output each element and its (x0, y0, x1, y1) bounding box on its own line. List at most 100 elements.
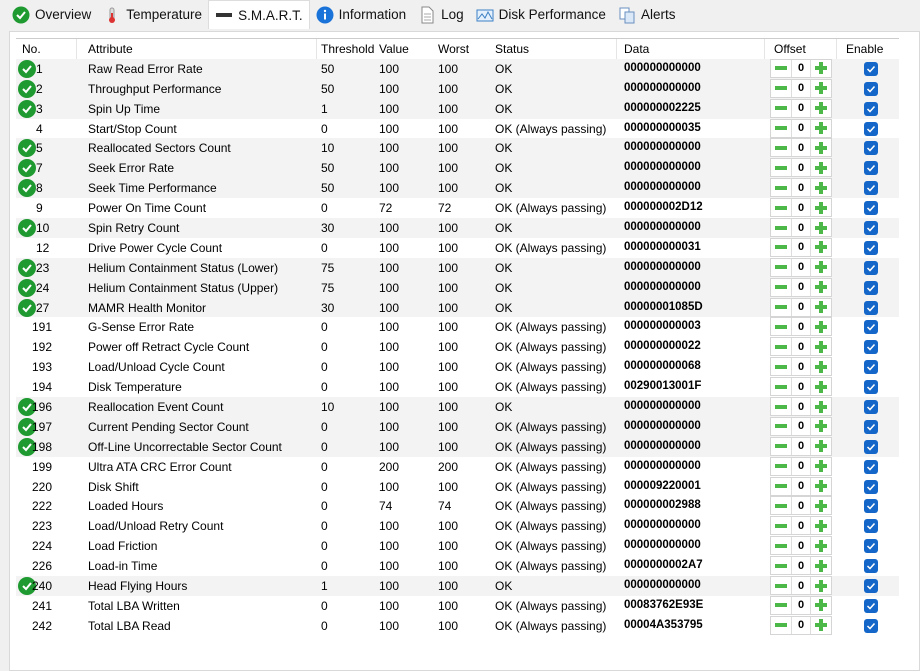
enable-checkbox[interactable] (864, 221, 878, 236)
enable-checkbox[interactable] (864, 459, 878, 474)
col-value[interactable]: Value (379, 42, 409, 56)
table-row[interactable]: 12 Drive Power Cycle Count 0 100 100 OK (Alwa… (16, 237, 899, 258)
enable-checkbox[interactable] (864, 400, 878, 415)
increment-button[interactable] (811, 239, 831, 256)
enable-checkbox[interactable] (864, 101, 878, 116)
decrement-button[interactable] (771, 537, 791, 554)
increment-button[interactable] (811, 80, 831, 97)
enable-checkbox[interactable] (864, 121, 878, 136)
decrement-button[interactable] (771, 577, 791, 594)
table-row[interactable]: 9 Power On Time Count 0 72 72 OK (Always pass… (16, 198, 899, 218)
table-row[interactable]: 4 Start/Stop Count 0 100 100 OK (Always passi… (16, 118, 899, 139)
tab-overview[interactable]: Overview (6, 2, 97, 28)
decrement-button[interactable] (771, 219, 791, 236)
tab-s-m-a-r-t[interactable]: S.M.A.R.T. (208, 0, 310, 29)
decrement-button[interactable] (771, 279, 791, 296)
offset-value[interactable]: 0 (791, 557, 811, 575)
offset-stepper[interactable]: 0 (770, 277, 832, 297)
enable-checkbox[interactable] (864, 519, 878, 534)
decrement-button[interactable] (771, 120, 791, 137)
enable-checkbox[interactable] (864, 280, 878, 295)
enable-checkbox[interactable] (864, 479, 878, 494)
table-row[interactable]: 23 Helium Containment Status (Lower) 75 100… (16, 257, 899, 278)
enable-checkbox[interactable] (864, 201, 878, 216)
table-row[interactable]: 192 Power off Retract Cycle Count 0 100 100 O… (16, 337, 899, 357)
decrement-button[interactable] (771, 438, 791, 455)
offset-value[interactable]: 0 (791, 99, 811, 117)
offset-value[interactable]: 0 (791, 457, 811, 475)
enable-checkbox[interactable] (864, 499, 878, 514)
offset-stepper[interactable]: 0 (770, 397, 832, 417)
offset-value[interactable]: 0 (791, 139, 811, 157)
increment-button[interactable] (811, 179, 831, 196)
enable-checkbox[interactable] (864, 360, 878, 375)
tab-disk-performance[interactable]: Disk Performance (470, 2, 612, 28)
increment-button[interactable] (811, 60, 831, 77)
decrement-button[interactable] (771, 517, 791, 534)
offset-stepper[interactable]: 0 (770, 337, 832, 357)
tab-information[interactable]: Information (310, 2, 413, 28)
decrement-button[interactable] (771, 458, 791, 475)
increment-button[interactable] (811, 597, 831, 614)
offset-stepper[interactable]: 0 (770, 377, 832, 397)
offset-value[interactable]: 0 (791, 378, 811, 396)
table-row[interactable]: 193 Load/Unload Cycle Count 0 100 100 OK (Alw… (16, 357, 899, 377)
enable-checkbox[interactable] (864, 340, 878, 355)
decrement-button[interactable] (771, 199, 791, 216)
table-row[interactable]: 3 Spin Up Time 1 100 100 OK 000000002225 0 (16, 98, 899, 119)
decrement-button[interactable] (771, 338, 791, 355)
offset-stepper[interactable]: 0 (770, 615, 832, 635)
decrement-button[interactable] (771, 597, 791, 614)
offset-stepper[interactable]: 0 (770, 516, 832, 536)
increment-button[interactable] (811, 557, 831, 574)
increment-button[interactable] (811, 338, 831, 355)
offset-stepper[interactable]: 0 (770, 138, 832, 158)
enable-checkbox[interactable] (864, 161, 878, 176)
increment-button[interactable] (811, 139, 831, 156)
enable-checkbox[interactable] (864, 559, 878, 574)
offset-stepper[interactable]: 0 (770, 357, 832, 377)
col-offset[interactable]: Offset (774, 42, 806, 56)
increment-button[interactable] (811, 438, 831, 455)
col-threshold[interactable]: Threshold (321, 42, 374, 56)
offset-value[interactable]: 0 (791, 278, 811, 296)
offset-value[interactable]: 0 (791, 258, 811, 276)
col-attribute[interactable]: Attribute (88, 42, 133, 56)
offset-stepper[interactable]: 0 (770, 178, 832, 198)
decrement-button[interactable] (771, 617, 791, 634)
offset-stepper[interactable]: 0 (770, 118, 832, 138)
increment-button[interactable] (811, 159, 831, 176)
table-row[interactable]: 220 Disk Shift 0 100 100 OK (Always passing) 0… (16, 476, 899, 497)
table-row[interactable]: 24 Helium Containment Status (Upper) 75 100… (16, 277, 899, 298)
decrement-button[interactable] (771, 398, 791, 415)
increment-button[interactable] (811, 378, 831, 395)
table-row[interactable]: 7 Seek Error Rate 50 100 100 OK 000000000000 0 (16, 158, 899, 179)
offset-stepper[interactable]: 0 (770, 416, 832, 436)
offset-stepper[interactable]: 0 (770, 456, 832, 476)
decrement-button[interactable] (771, 478, 791, 495)
offset-value[interactable]: 0 (791, 577, 811, 595)
offset-stepper[interactable]: 0 (770, 218, 832, 238)
offset-value[interactable]: 0 (791, 616, 811, 634)
col-enable[interactable]: Enable (846, 42, 883, 56)
decrement-button[interactable] (771, 378, 791, 395)
increment-button[interactable] (811, 259, 831, 276)
table-row[interactable]: 10 Spin Retry Count 30 100 100 OK 000000000000… (16, 218, 899, 238)
enable-checkbox[interactable] (864, 439, 878, 454)
enable-checkbox[interactable] (864, 81, 878, 96)
offset-stepper[interactable]: 0 (770, 78, 832, 98)
table-row[interactable]: 191 G-Sense Error Rate 0 100 100 OK (Always p… (16, 317, 899, 337)
col-data[interactable]: Data (624, 42, 649, 56)
offset-value[interactable]: 0 (791, 159, 811, 177)
decrement-button[interactable] (771, 418, 791, 435)
decrement-button[interactable] (771, 299, 791, 316)
table-row[interactable]: 5 Reallocated Sectors Count 10 100 100 OK 0000… (16, 138, 899, 159)
enable-checkbox[interactable] (864, 181, 878, 196)
enable-checkbox[interactable] (864, 320, 878, 335)
increment-button[interactable] (811, 398, 831, 415)
offset-value[interactable]: 0 (791, 398, 811, 416)
offset-value[interactable]: 0 (791, 79, 811, 97)
table-row[interactable]: 240 Head Flying Hours 1 100 100 OK 00000000000… (16, 576, 899, 596)
increment-button[interactable] (811, 279, 831, 296)
decrement-button[interactable] (771, 259, 791, 276)
